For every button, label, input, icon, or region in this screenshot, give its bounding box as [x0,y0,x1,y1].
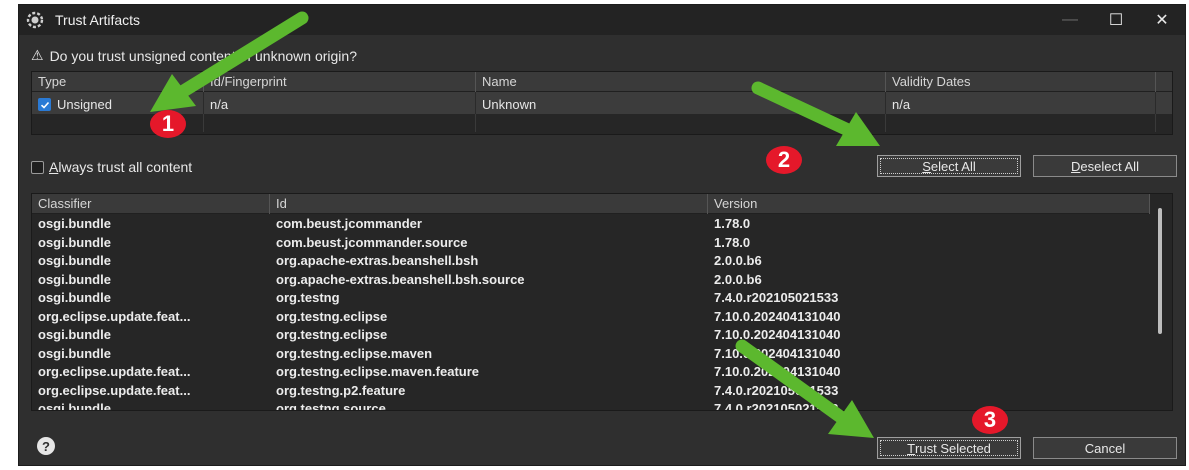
artifact-id: org.testng.eclipse [276,327,388,342]
artifact-version: 7.10.0.202404131040 [714,308,841,324]
step-badge-3: 3 [972,406,1008,434]
artifact-classifier: osgi.bundle [38,290,111,305]
trust-artifacts-dialog: Trust Artifacts — ☐ ✕ ⚠ Do you trust uns… [18,4,1186,466]
signer-fingerprint: n/a [204,92,476,114]
artifact-id: org.testng [276,290,340,305]
artifact-classifier: osgi.bundle [38,327,111,342]
artifacts-scrollbar[interactable] [1150,194,1172,410]
artifact-classifier: osgi.bundle [38,234,111,250]
artifact-classifier: org.eclipse.update.feat... [38,308,191,324]
artifact-id: org.apache-extras.beanshell.bsh.source [276,271,525,287]
artifact-id: org.testng.eclipse [276,308,388,324]
artifact-version: 7.10.0.202404131040 [714,327,841,342]
artifact-classifier: osgi.bundle [38,401,111,411]
signer-row[interactable]: Unsigned n/a Unknown n/a [32,92,1172,114]
warning-icon: ⚠ [31,47,44,63]
artifact-classifier: osgi.bundle [38,216,111,231]
select-all-button[interactable]: Select All [877,155,1021,177]
signer-name: Unknown [476,92,886,114]
artifact-row[interactable]: org.eclipse.update.feat... org.testng.ecl… [32,362,1172,381]
signers-table-header: Type Id/Fingerprint Name Validity Dates [32,72,1172,92]
always-trust-box[interactable] [31,160,44,174]
signers-table[interactable]: Type Id/Fingerprint Name Validity Dates … [31,71,1173,135]
minimize-button[interactable]: — [1047,5,1093,35]
artifacts-table-header: Classifier Id Version [32,194,1172,214]
step-badge-2: 2 [766,146,802,174]
step-badge-1: 1 [150,110,186,138]
artifact-classifier: org.eclipse.update.feat... [38,364,191,379]
artifacts-table[interactable]: Classifier Id Version osgi.bundle com.beu… [31,193,1173,411]
help-icon[interactable]: ? [37,437,55,455]
artifact-version: 1.78.0 [714,216,751,231]
artifact-row[interactable]: osgi.bundle org.apache-extras.beanshell.b… [32,251,1172,270]
artifact-classifier: osgi.bundle [38,271,111,287]
artifacts-table-body: osgi.bundle com.beust.jcommander 1.78.0 osg… [32,214,1172,411]
column-header-version[interactable]: Version [708,194,1150,214]
column-header-name[interactable]: Name [476,72,886,92]
artifact-id: org.testng.p2.feature [276,382,406,398]
artifact-version: 7.10.0.202404131040 [714,364,841,379]
trust-selected-button[interactable]: Trust Selected [877,437,1021,459]
artifact-version: 7.10.0.202404131040 [714,345,841,361]
artifact-row[interactable]: osgi.bundle org.testng 7.4.0.r202105021533 [32,288,1172,307]
artifact-version: 7.4.0.r202105021533 [714,290,839,305]
eclipse-gear-icon [25,10,45,30]
artifact-version: 7.4.0.r202105021533 [714,401,839,411]
artifact-classifier: osgi.bundle [38,345,111,361]
signer-validity: n/a [886,92,1156,114]
window-title: Trust Artifacts [55,12,141,28]
artifact-row[interactable]: osgi.bundle com.beust.jcommander 1.78.0 [32,214,1172,233]
artifact-id: org.testng.source [276,401,386,411]
deselect-all-button[interactable]: Deselect All [1033,155,1177,177]
artifact-id: com.beust.jcommander [276,216,422,231]
column-header-id[interactable]: Id [270,194,708,214]
artifact-version: 7.4.0.r202105021533 [714,382,839,398]
artifact-row[interactable]: osgi.bundle org.apache-extras.beanshell.b… [32,270,1172,289]
artifact-row[interactable]: osgi.bundle org.testng.eclipse.maven 7.10.… [32,344,1172,363]
artifact-version: 1.78.0 [714,234,751,250]
artifact-row[interactable]: org.eclipse.update.feat... org.testng.p2.… [32,381,1172,400]
column-header-type[interactable]: Type [32,72,204,92]
question-text: Do you trust unsigned content of unknown… [49,47,357,64]
title-bar: Trust Artifacts — ☐ ✕ [19,5,1185,35]
signer-type: Unsigned [57,97,112,112]
artifact-version: 2.0.0.b6 [714,253,762,268]
artifact-classifier: osgi.bundle [38,253,111,268]
signer-checkbox[interactable] [38,98,51,111]
scrollbar-thumb[interactable] [1158,208,1162,334]
artifact-row[interactable]: osgi.bundle com.beust.jcommander.source 1.… [32,233,1172,252]
always-trust-label: Always trust all content [49,159,193,175]
close-button[interactable]: ✕ [1139,5,1185,35]
column-header-fingerprint[interactable]: Id/Fingerprint [204,72,476,92]
artifact-id: org.apache-extras.beanshell.bsh [276,253,479,268]
artifact-classifier: org.eclipse.update.feat... [38,382,191,398]
maximize-button[interactable]: ☐ [1093,5,1139,35]
artifact-id: org.testng.eclipse.maven.feature [276,364,480,379]
artifact-version: 2.0.0.b6 [714,271,762,287]
always-trust-checkbox[interactable]: Always trust all content [31,159,192,175]
column-header-classifier[interactable]: Classifier [32,194,270,214]
cancel-button[interactable]: Cancel [1033,437,1177,459]
artifact-row[interactable]: org.eclipse.update.feat... org.testng.ecl… [32,307,1172,326]
artifact-id: com.beust.jcommander.source [276,234,468,250]
trust-question: ⚠ Do you trust unsigned content of unkno… [31,47,357,64]
artifact-id: org.testng.eclipse.maven [276,345,433,361]
signer-empty-row [32,114,1172,132]
artifact-row[interactable]: osgi.bundle org.testng.eclipse 7.10.0.2024… [32,325,1172,344]
column-header-validity[interactable]: Validity Dates [886,72,1156,92]
